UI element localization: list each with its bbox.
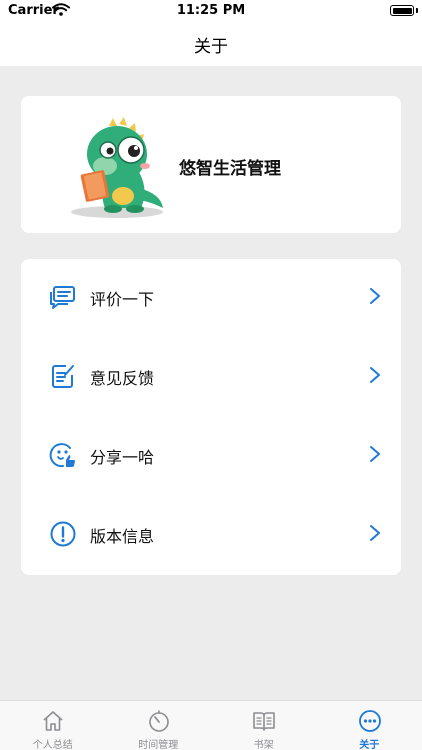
menu-item-label: 分享一哈 xyxy=(90,448,155,467)
tab-time-management[interactable]: 时间管理 xyxy=(106,701,212,750)
tab-personal-summary[interactable]: 个人总结 xyxy=(0,701,106,750)
share-icon xyxy=(49,443,75,468)
tab-label: 个人总结 xyxy=(32,740,73,750)
tab-label: 时间管理 xyxy=(138,740,179,750)
feedback-icon xyxy=(52,365,74,388)
clock: 11:25 PM xyxy=(176,3,246,18)
more-icon xyxy=(358,710,381,732)
chevron-right-icon xyxy=(370,525,380,541)
timer-icon xyxy=(148,710,169,732)
dinosaur-mascot-logo xyxy=(71,117,163,218)
navigation-bar: 关于 xyxy=(0,22,422,66)
chevron-right-icon xyxy=(370,446,380,462)
page-title: 关于 xyxy=(194,37,228,57)
menu-item-share[interactable]: 分享一哈 xyxy=(21,417,401,496)
tab-label: 书架 xyxy=(253,740,274,750)
app-name: 悠智生活管理 xyxy=(179,159,281,179)
app-info-card: 悠智生活管理 xyxy=(21,96,401,233)
tab-bookshelf[interactable]: 书架 xyxy=(211,701,317,750)
home-icon xyxy=(43,711,63,731)
menu-item-label: 意见反馈 xyxy=(90,369,155,388)
menu-item-label: 评价一下 xyxy=(90,290,155,309)
battery-icon xyxy=(390,5,414,16)
menu-item-rate[interactable]: 评价一下 xyxy=(21,259,401,338)
menu-item-label: 版本信息 xyxy=(90,527,155,546)
status-bar: Carrier 11:25 PM xyxy=(0,0,422,22)
tab-bar: 个人总结 时间管理 书架 关于 xyxy=(0,700,422,750)
info-icon xyxy=(50,521,76,547)
book-icon xyxy=(253,712,275,731)
chevron-right-icon xyxy=(370,288,380,304)
chevron-right-icon xyxy=(370,367,380,383)
tab-label: 关于 xyxy=(359,740,380,750)
battery-tip xyxy=(416,8,418,13)
comment-icon xyxy=(50,286,75,309)
menu-item-version[interactable]: 版本信息 xyxy=(21,496,401,575)
tab-about[interactable]: 关于 xyxy=(317,701,422,750)
settings-menu: 评价一下 意见反馈 分享一哈 版本信息 xyxy=(21,259,401,575)
menu-item-feedback[interactable]: 意见反馈 xyxy=(21,338,401,417)
